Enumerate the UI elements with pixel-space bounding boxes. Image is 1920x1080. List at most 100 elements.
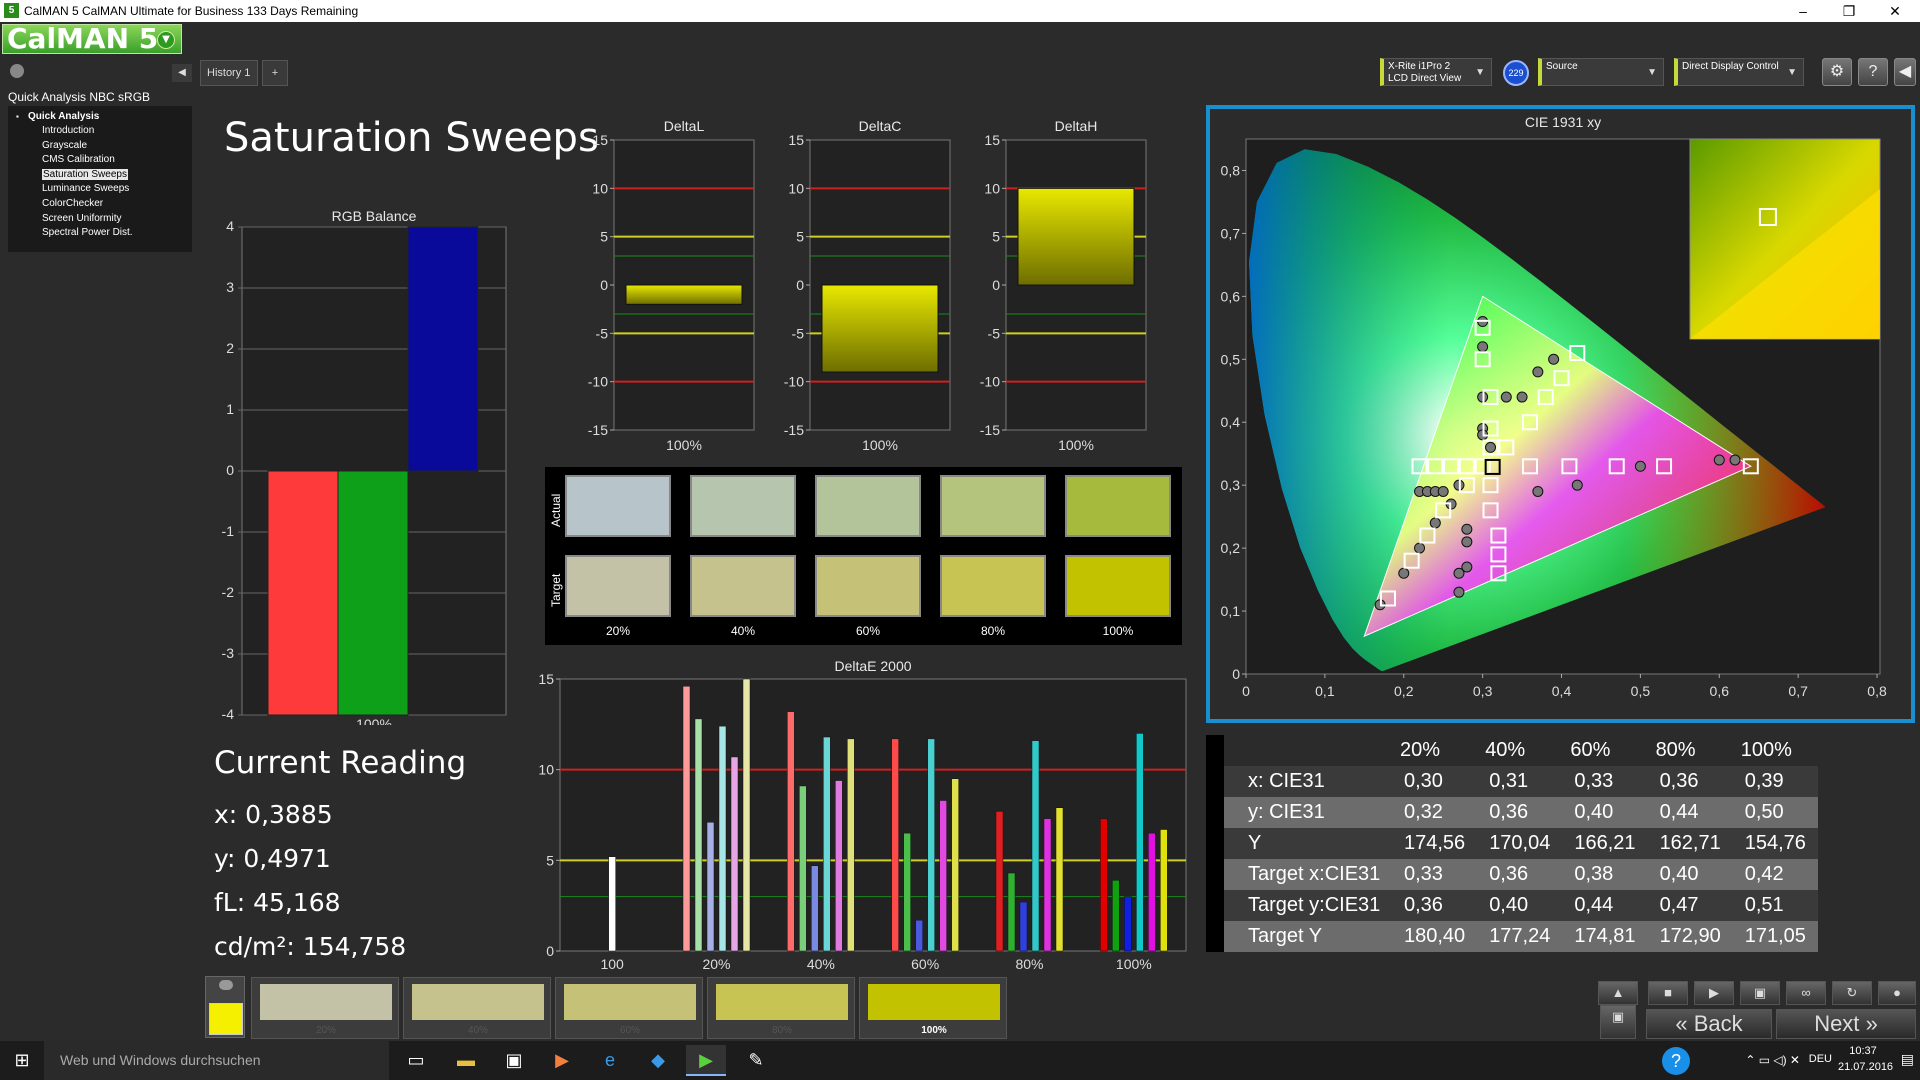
logo-text: CalMAN 5 (7, 22, 159, 55)
patch-button[interactable]: 60% (555, 977, 703, 1039)
calman-taskbar-icon[interactable]: ▶ (686, 1045, 726, 1076)
actual-swatch (690, 475, 796, 537)
table-cell: 166,21 (1574, 832, 1636, 854)
next-label: Next (1814, 1011, 1860, 1036)
x-tick-label: 0,2 (1394, 683, 1414, 699)
table-cell: 0,42 (1744, 863, 1784, 885)
chevron-down-icon[interactable]: ▼ (157, 31, 175, 49)
paint-icon[interactable]: ✎ (736, 1045, 776, 1076)
sidebar-item[interactable]: Introduction (8, 124, 192, 139)
clock-date: 21.07.2016 (1838, 1061, 1894, 1073)
calman-logo-menu[interactable]: CalMAN 5 ▼ (2, 24, 182, 54)
table-cell: 0,36 (1659, 770, 1699, 792)
patch-button[interactable]: 80% (707, 977, 855, 1039)
infinity-icon: ∞ (1801, 985, 1811, 1000)
y-tick-label: 0 (796, 277, 804, 293)
maximize-button[interactable]: ❐ (1826, 0, 1872, 22)
app-icon-blue[interactable]: ◆ (638, 1045, 678, 1076)
y-tick-label: -15 (588, 422, 608, 438)
help-tray-icon[interactable]: ? (1662, 1047, 1690, 1075)
reading-x: x: 0,3885 (214, 800, 333, 829)
row-marker (1206, 921, 1224, 952)
patch-button[interactable]: 100% (859, 977, 1007, 1039)
target-swatch (1065, 555, 1171, 617)
patch-label: 60% (619, 1025, 640, 1036)
delta-lch-charts: DeltaL 15 10 5 0 -5 -10 -15 100% DeltaC 15 10 5 0 -5 -1… (588, 118, 1147, 453)
stop-button[interactable]: ■ (1648, 981, 1688, 1005)
swatch-column-label: 40% (730, 624, 756, 638)
source-selector[interactable]: Source ▼ (1538, 58, 1664, 86)
gear-icon: ⚙ (1829, 63, 1845, 80)
patch-button[interactable]: 40% (403, 977, 551, 1039)
chevron-down-icon: ▼ (1787, 67, 1797, 78)
table-header-cell (1224, 735, 1392, 766)
table-header-cell: 80% (1655, 739, 1696, 761)
help-button[interactable]: ? (1858, 58, 1888, 86)
table-cell: 0,47 (1659, 894, 1699, 916)
minimize-button[interactable]: – (1780, 0, 1826, 22)
sidebar-item[interactable]: Spectral Power Dist. (8, 226, 192, 241)
collapse-right-button[interactable]: ◀ (1894, 58, 1916, 86)
back-button[interactable]: « Back (1646, 1009, 1772, 1039)
eye-icon[interactable] (219, 980, 233, 990)
sidebar-item[interactable]: Grayscale (8, 139, 192, 154)
close-button[interactable]: ✕ (1872, 0, 1918, 22)
chevron-down-icon: ▼ (1475, 67, 1485, 78)
clock[interactable]: 10:37 21.07.2016 (1838, 1045, 1894, 1073)
deltae-2000-chart: DeltaE 2000 15 10 5 0 100 20% 40% 60% 80% 100% (538, 658, 1187, 972)
y-tick-label: 0 (992, 277, 1000, 293)
y-tick-label: -10 (980, 374, 1000, 390)
patch-button[interactable]: 20% (251, 977, 399, 1039)
edge-browser-icon[interactable]: e (590, 1045, 630, 1076)
delta-chart-deltah: DeltaH 15 10 5 0 -5 -10 -15 100% (980, 118, 1147, 453)
sidebar-item-label: Screen Uniformity (42, 212, 122, 224)
collapse-left-button[interactable]: ◀ (172, 64, 192, 82)
patch-color (260, 984, 392, 1020)
notifications-icon[interactable]: ▤ (1901, 1051, 1914, 1068)
next-button[interactable]: Next » (1776, 1009, 1916, 1039)
record-button[interactable]: ● (1878, 981, 1916, 1005)
store-icon[interactable]: ▣ (494, 1045, 534, 1076)
tree-group-quick-analysis[interactable]: ▪ Quick Analysis (8, 110, 192, 124)
task-view-icon[interactable]: ▭ (396, 1045, 436, 1076)
sidebar-item[interactable]: CMS Calibration (8, 153, 192, 168)
measured-point (1453, 586, 1465, 598)
pin-button[interactable]: ▲ (1598, 981, 1638, 1005)
x-tick-label: 0,1 (1315, 683, 1335, 699)
row-marker (1206, 828, 1224, 859)
refresh-button[interactable]: ↻ (1832, 981, 1872, 1005)
sidebar-item[interactable]: Saturation Sweeps (8, 168, 192, 183)
media-player-icon[interactable]: ▶ (542, 1045, 582, 1076)
meter-selector[interactable]: X-Rite i1Pro 2 LCD Direct View ▼ (1380, 58, 1492, 86)
row-label: Target x:CIE31 (1248, 863, 1381, 885)
x-tick-label: 0,8 (1867, 683, 1887, 699)
settings-button[interactable]: ⚙ (1822, 58, 1852, 86)
table-row: Y 174,56 170,04 166,21 162,71 154,76 (1206, 828, 1818, 859)
start-button[interactable]: ⊞ (0, 1041, 44, 1080)
table-cell: 0,39 (1744, 770, 1784, 792)
display-control-selector[interactable]: Direct Display Control ▼ (1674, 58, 1804, 86)
play-button[interactable]: ▶ (1694, 981, 1734, 1005)
add-tab-button[interactable]: + (262, 60, 288, 86)
expand-icon[interactable]: ▪ (16, 110, 19, 124)
meter-status-badge[interactable]: 229 (1503, 60, 1529, 86)
tab-history-1[interactable]: History 1 (200, 60, 258, 86)
reading-y: y: 0,4971 (214, 844, 331, 873)
save-button[interactable]: ▣ (1740, 981, 1780, 1005)
sidebar-item[interactable]: ColorChecker (8, 197, 192, 212)
tray-icons[interactable]: ⌃ ▭ ◁) ✕ (1745, 1053, 1800, 1067)
file-explorer-icon[interactable]: ▬ (446, 1045, 486, 1076)
table-cell: 180,40 (1404, 925, 1466, 947)
delta-chart-deltac: DeltaC 15 10 5 0 -5 -10 -15 100% (784, 118, 951, 453)
language-indicator[interactable]: DEU (1809, 1053, 1832, 1065)
sidebar-item[interactable]: Screen Uniformity (8, 212, 192, 227)
y-tick-label: 0,3 (1221, 477, 1241, 493)
deltae-bar (1007, 872, 1016, 952)
sidebar-item[interactable]: Luminance Sweeps (8, 182, 192, 197)
table-row: Target x:CIE31 0,33 0,36 0,38 0,40 0,42 (1206, 859, 1818, 890)
deltae-bar (608, 856, 616, 952)
panel-pin-icon[interactable] (10, 64, 24, 78)
taskbar-search[interactable]: Web und Windows durchsuchen (44, 1041, 389, 1080)
stop-measure-button[interactable]: ▣ (1600, 1005, 1636, 1039)
loop-button[interactable]: ∞ (1786, 981, 1826, 1005)
